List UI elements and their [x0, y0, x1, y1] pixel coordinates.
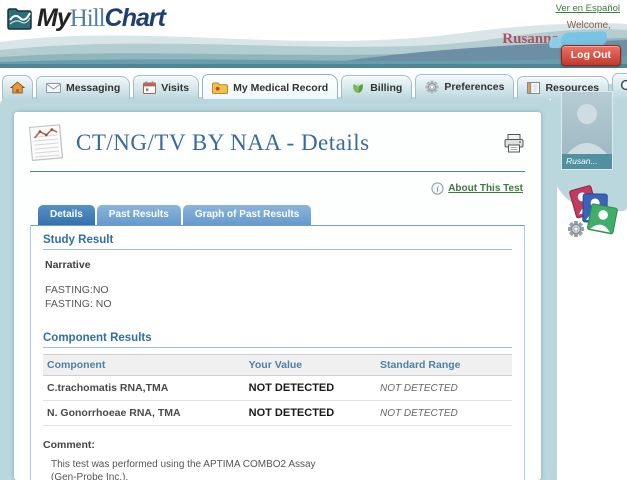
folder-chart-icon [6, 6, 33, 31]
tab-messaging-label: Messaging [66, 82, 120, 94]
narrative-line: FASTING: NO [45, 298, 512, 312]
app-logo[interactable]: MyHillChart [6, 4, 165, 33]
logout-button[interactable]: Log Out [561, 45, 621, 66]
tab-visits-label: Visits [161, 82, 189, 94]
calendar-icon [143, 81, 156, 94]
printer-icon[interactable] [503, 133, 525, 154]
component-name: C.trachomatis RNA,TMA [43, 376, 245, 401]
narrative-line: FASTING:NO [45, 284, 512, 298]
magnifier-icon [620, 79, 627, 94]
myhillchart-window: MyHillChart Ver en Español Welcome, Rusa… [0, 0, 627, 480]
tab-search[interactable] [612, 73, 627, 99]
gear-icon [425, 80, 439, 94]
component-results-heading: Component Results [43, 332, 512, 348]
patient-photo [562, 92, 612, 154]
column-header-your-value: Your Value [245, 355, 376, 376]
person-silhouette-icon [563, 96, 611, 154]
study-result-heading: Study Result [43, 234, 512, 250]
main-content-container: CT/NG/TV BY NAA - Details i About This T… [0, 97, 557, 480]
tab-preferences[interactable]: Preferences [415, 74, 514, 99]
patient-photo-card[interactable]: Rusan... [561, 91, 613, 170]
stacked-cards-gear-icon[interactable] [565, 183, 621, 239]
main-nav-tabbar: Messaging Visits My Medical Record [0, 70, 559, 99]
component-value: NOT DETECTED [245, 401, 376, 426]
tab-billing[interactable]: Billing [341, 75, 412, 99]
table-row: C.trachomatis RNA,TMA NOT DETECTED NOT D… [43, 376, 512, 401]
page-title: CT/NG/TV BY NAA - Details [76, 130, 370, 156]
column-header-component: Component [43, 355, 245, 376]
notepad-chart-icon [26, 122, 68, 164]
tab-past-results[interactable]: Past Results [97, 205, 181, 225]
tab-billing-label: Billing [370, 82, 402, 94]
patient-photo-caption: Rusan... [562, 154, 612, 169]
welcome-label: Welcome, [567, 20, 611, 31]
folder-icon [212, 82, 228, 94]
tab-preferences-label: Preferences [444, 81, 504, 93]
comment-label: Comment: [43, 439, 512, 451]
user-name: Rusanna [502, 31, 559, 48]
table-header-row: Component Your Value Standard Range [43, 355, 512, 376]
narrative-label: Narrative [45, 259, 512, 271]
book-icon [527, 82, 540, 94]
about-this-test-link[interactable]: About This Test [448, 183, 523, 194]
details-panel: Study Result Narrative FASTING:NO FASTIN… [30, 225, 525, 480]
component-value: NOT DETECTED [245, 376, 376, 401]
page-title-row: CT/NG/TV BY NAA - Details [14, 112, 541, 164]
tab-my-medical-record-label: My Medical Record [233, 82, 328, 94]
content-panel: CT/NG/TV BY NAA - Details i About This T… [14, 112, 541, 480]
component-range: NOT DETECTED [376, 376, 512, 401]
info-icon: i [431, 182, 444, 195]
envelope-icon [46, 83, 61, 93]
tab-my-medical-record[interactable]: My Medical Record [202, 74, 338, 99]
tab-graph-of-past-results[interactable]: Graph of Past Results [183, 205, 311, 225]
component-results-table: Component Your Value Standard Range C.tr… [43, 354, 512, 426]
component-range: NOT DETECTED [376, 401, 512, 426]
tab-visits[interactable]: Visits [133, 75, 199, 99]
result-tabs: Details Past Results Graph of Past Resul… [38, 205, 541, 225]
comment-paragraph: This test was performed using the APTIMA… [51, 458, 321, 480]
language-toggle-link[interactable]: Ver en Español [556, 3, 620, 14]
tab-messaging[interactable]: Messaging [36, 76, 130, 99]
component-name: N. Gonorrhoeae RNA, TMA [43, 401, 245, 426]
column-header-standard-range: Standard Range [376, 355, 512, 376]
plant-icon [351, 81, 365, 94]
app-title: MyHillChart [37, 4, 165, 33]
about-row: i About This Test [14, 172, 541, 197]
table-row: N. Gonorrhoeae RNA, TMA NOT DETECTED NOT… [43, 401, 512, 426]
header-banner: MyHillChart Ver en Español Welcome, Rusa… [0, 0, 627, 68]
house-icon [10, 81, 25, 94]
tab-home[interactable] [2, 75, 33, 99]
tab-details[interactable]: Details [38, 205, 95, 225]
